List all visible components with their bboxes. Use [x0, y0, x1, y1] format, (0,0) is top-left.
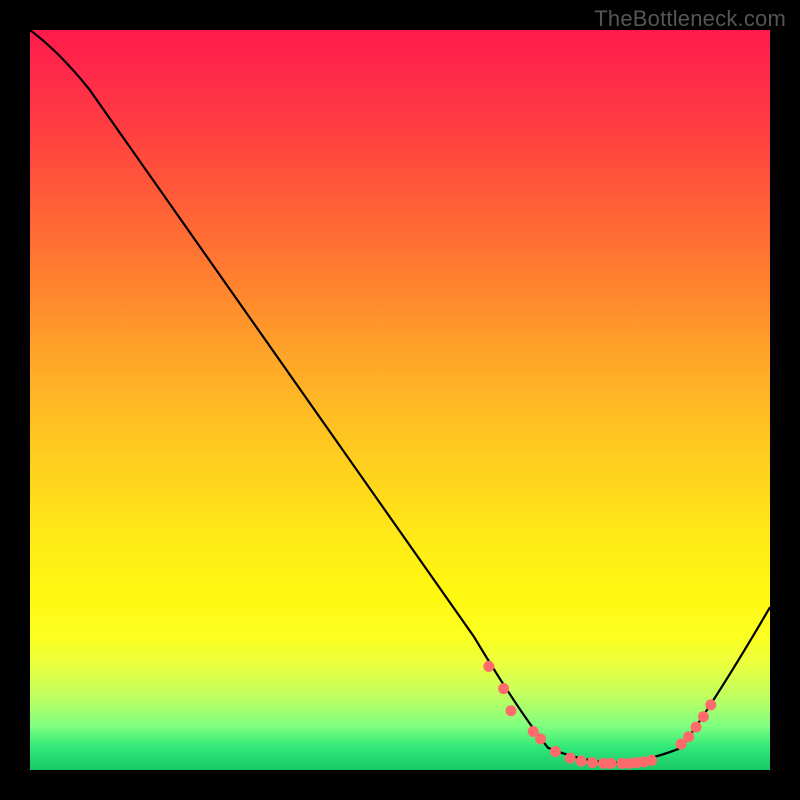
chart-marker — [646, 755, 657, 766]
chart-marker — [483, 661, 494, 672]
chart-marker — [587, 757, 598, 768]
chart-curve — [30, 30, 770, 763]
chart-marker — [535, 733, 546, 744]
chart-marker — [698, 711, 709, 722]
watermark-text: TheBottleneck.com — [594, 6, 786, 32]
chart-svg — [30, 30, 770, 770]
chart-marker — [565, 753, 576, 764]
chart-plot-area — [30, 30, 770, 770]
chart-markers — [483, 661, 716, 769]
chart-marker — [506, 705, 517, 716]
chart-marker — [550, 746, 561, 757]
chart-marker — [605, 758, 616, 769]
chart-marker — [705, 699, 716, 710]
chart-marker — [576, 756, 587, 767]
chart-marker — [691, 722, 702, 733]
chart-marker — [498, 683, 509, 694]
chart-marker — [683, 731, 694, 742]
